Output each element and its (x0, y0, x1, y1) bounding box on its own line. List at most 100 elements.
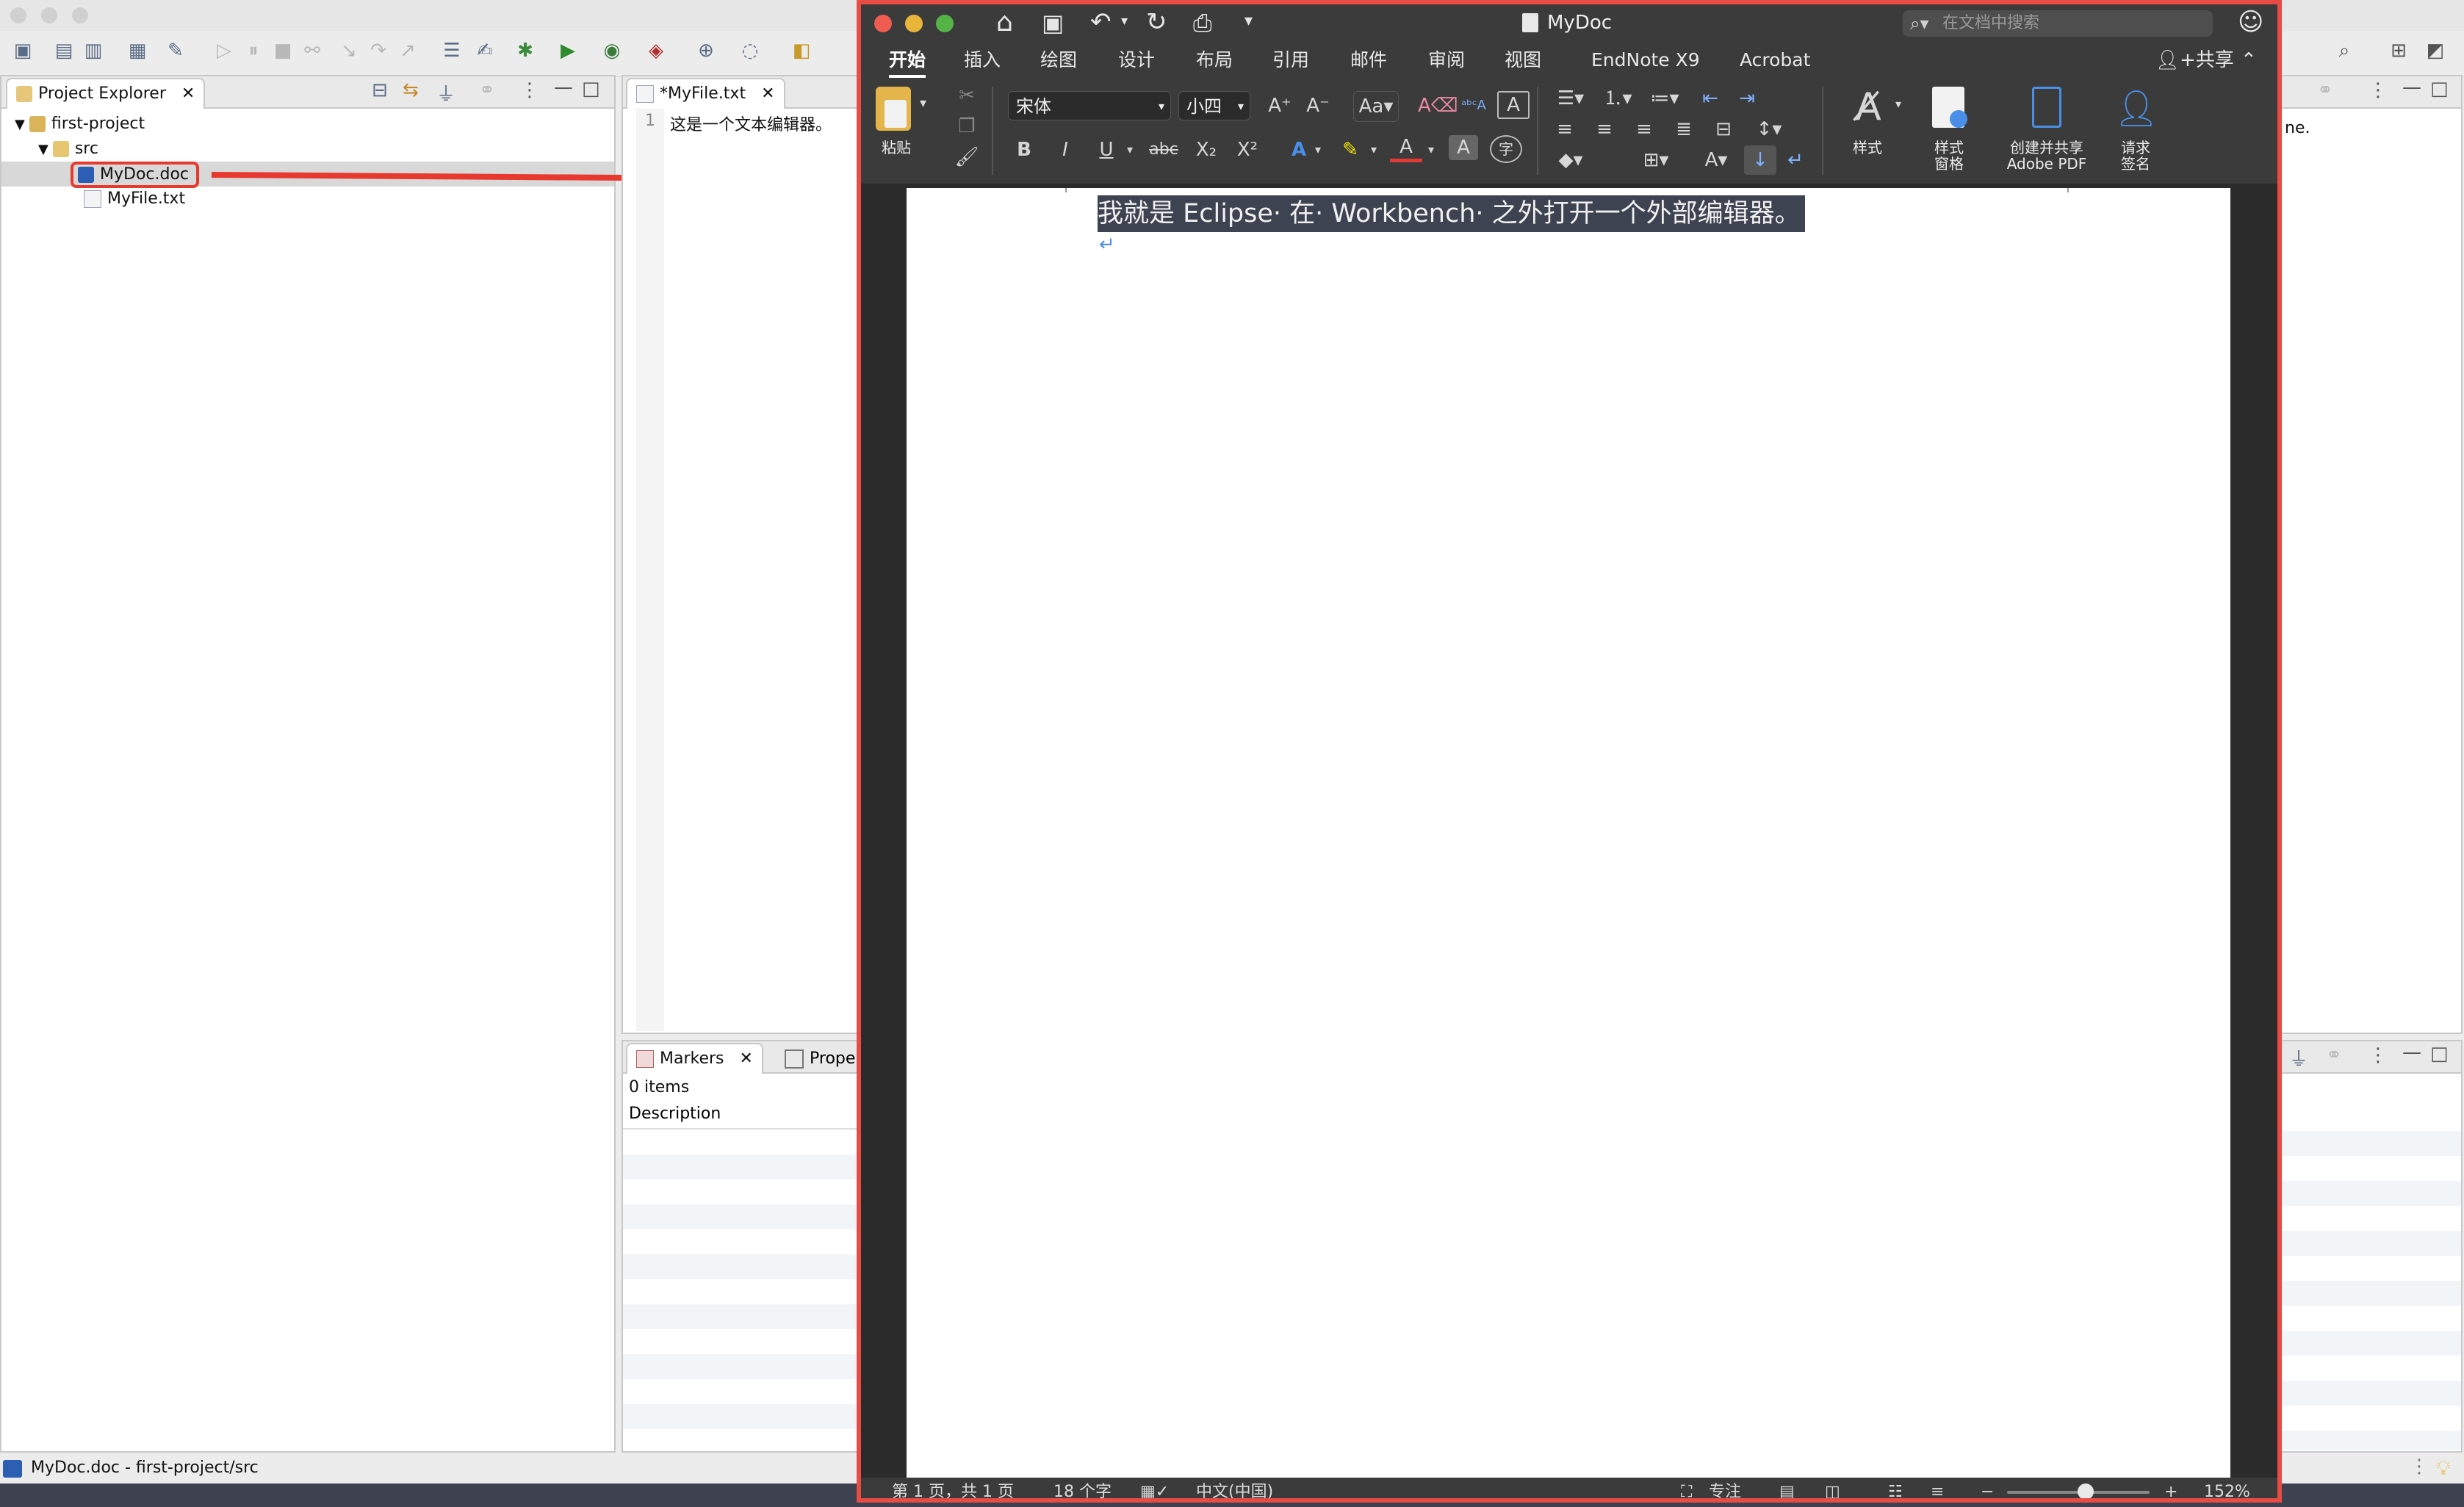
web-browser-icon[interactable]: ◌ (739, 40, 761, 62)
paste-icon[interactable] (876, 87, 911, 131)
highlight-icon[interactable]: ✎ (1334, 135, 1366, 165)
minimize-window-button[interactable] (41, 7, 57, 24)
italic-icon[interactable]: I (1049, 135, 1081, 165)
bullets-icon[interactable]: ☰▾ (1549, 84, 1593, 113)
distributed-icon[interactable]: ⊟ (1707, 115, 1740, 144)
increase-font-size-icon[interactable]: A⁺ (1264, 91, 1296, 120)
font-name-dropdown[interactable]: 宋体 ▾ (1008, 91, 1171, 120)
chevron-down-icon[interactable]: ▾ (1895, 97, 1901, 111)
ribbon-tab-review[interactable]: 审阅 (1428, 43, 1465, 78)
expand-triangle-icon[interactable]: ▼ (15, 117, 25, 132)
change-case-icon[interactable]: Aa▾ (1353, 91, 1399, 122)
ribbon-tab-draw[interactable]: 绘图 (1040, 43, 1077, 78)
document-page[interactable]: 我就是 Eclipse· 在· Workbench· 之外打开一个外部编辑器。 … (907, 188, 2230, 1481)
zoom-slider-knob[interactable] (2077, 1483, 2094, 1498)
open-perspective-icon[interactable]: ⊞ (2388, 40, 2410, 62)
page-count[interactable]: 第 1 页，共 1 页 (892, 1478, 1014, 1498)
zoom-in-icon[interactable]: + (2164, 1478, 2177, 1498)
decrease-font-size-icon[interactable]: A⁻ (1302, 91, 1334, 120)
sort-icon[interactable]: ↓ (1744, 145, 1776, 175)
borders-icon[interactable]: ⊞▾ (1634, 145, 1678, 175)
align-center-icon[interactable]: ≡ (1588, 115, 1621, 144)
terminal-icon[interactable]: ▦ (126, 40, 148, 62)
customize-toolbar-icon[interactable]: ▾ (1244, 12, 1253, 30)
tree-item-src[interactable]: ▼ src (38, 137, 98, 162)
multilevel-list-icon[interactable]: ≔▾ (1643, 84, 1687, 113)
focus-label[interactable]: 专注 (1709, 1478, 1741, 1498)
cut-icon[interactable]: ✂ (952, 81, 981, 110)
subscript-icon[interactable]: X₂ (1190, 135, 1222, 165)
tree-item-myfile[interactable]: MyFile.txt (84, 187, 185, 212)
show-marks-icon[interactable]: ↵ (1781, 145, 1810, 175)
format-painter-icon[interactable]: 🖌︎ (952, 142, 981, 172)
ribbon-tab-view[interactable]: 视图 (1505, 43, 1541, 78)
character-border-icon[interactable]: A (1497, 91, 1530, 119)
copy-icon[interactable]: ❐ (952, 112, 981, 141)
minimize-icon[interactable]: — (554, 76, 573, 98)
zoom-level[interactable]: 152% (2204, 1478, 2250, 1498)
new-icon[interactable]: ▣ (12, 40, 34, 62)
view-menu-icon[interactable]: ⋮ (2368, 79, 2388, 101)
ribbon-tab-endnote[interactable]: EndNote X9 (1591, 43, 1700, 78)
maximize-icon[interactable]: □ (582, 78, 600, 100)
numbering-icon[interactable]: ⒈▾ (1596, 84, 1640, 113)
chevron-down-icon[interactable]: ▾ (1366, 135, 1381, 165)
chevron-down-icon[interactable]: ▾ (1311, 135, 1325, 165)
enclose-characters-icon[interactable]: 字 (1490, 135, 1522, 163)
ribbon-tab-layout[interactable]: 布局 (1196, 43, 1233, 78)
zoom-out-icon[interactable]: − (1981, 1478, 1994, 1498)
ribbon-tab-references[interactable]: 引用 (1272, 43, 1309, 78)
draft-view-icon[interactable]: ≡ (1931, 1478, 1944, 1498)
maximize-icon[interactable]: □ (2430, 78, 2449, 100)
chevron-down-icon[interactable]: ▾ (1424, 135, 1438, 165)
focus-mode-icon[interactable]: ⛶ (1681, 1478, 1692, 1498)
filter-icon[interactable]: ⏚ (436, 79, 455, 106)
link-with-editor-icon[interactable]: ⇆ (403, 79, 419, 101)
expand-triangle-icon[interactable]: ▼ (38, 142, 48, 157)
new-java-package-icon[interactable]: ⊕ (695, 40, 717, 62)
view-menu-icon[interactable]: ⋮ (2368, 1044, 2388, 1066)
word-count[interactable]: 18 个字 (1053, 1478, 1112, 1498)
print-icon[interactable]: ⎙ (1193, 9, 1212, 37)
language-indicator[interactable]: 中文(中国) (1196, 1478, 1273, 1498)
chevron-down-icon[interactable]: ▾ (1123, 135, 1137, 165)
search-icon[interactable]: ⌕ (2333, 40, 2355, 62)
zoom-window-button[interactable] (72, 7, 88, 24)
request-signature-icon[interactable]: 👤︎ (2113, 87, 2160, 131)
outline-view-icon[interactable]: ☷ (1888, 1478, 1903, 1498)
tree-item-mydoc[interactable]: MyDoc.doc (71, 162, 200, 188)
run-icon[interactable]: ▶ (557, 40, 579, 62)
font-size-dropdown[interactable]: 小四 ▾ (1178, 91, 1250, 120)
maximize-icon[interactable]: □ (2430, 1043, 2449, 1065)
close-window-button[interactable] (874, 15, 892, 32)
redo-icon[interactable]: ↻ (1146, 7, 1167, 37)
underline-icon[interactable]: U (1090, 135, 1123, 165)
debug-icon[interactable]: ✱ (514, 40, 536, 62)
coverage-icon[interactable]: ◉ (601, 40, 623, 62)
view-menu-icon[interactable]: ⋮ (520, 79, 539, 101)
minimize-icon[interactable]: — (2402, 1041, 2421, 1063)
tab-markers[interactable]: Markers ✕ (626, 1043, 763, 1074)
description-column-header[interactable]: Description (629, 1105, 721, 1123)
collapse-ribbon-icon[interactable]: ⌃ (2241, 48, 2257, 72)
filter-icon[interactable]: ⏚ (2289, 1044, 2308, 1071)
annotation-icon[interactable]: ✍ (474, 40, 496, 62)
tab-myfile-txt[interactable]: *MyFile.txt ✕ (626, 78, 785, 109)
minimize-window-button[interactable] (905, 15, 923, 32)
superscript-icon[interactable]: X² (1231, 135, 1264, 165)
ribbon-tab-home[interactable]: 开始 (889, 43, 926, 78)
styles-pane-icon[interactable] (1932, 87, 1967, 128)
home-icon[interactable]: ⌂ (996, 7, 1013, 37)
feedback-smiley-icon[interactable]: ☺ (2238, 7, 2263, 37)
tree-item-first-project[interactable]: ▼ first-project (15, 112, 145, 137)
close-icon[interactable]: ✕ (181, 84, 195, 103)
open-task-icon[interactable]: ☰ (441, 40, 463, 62)
strikethrough-icon[interactable]: abc (1143, 135, 1184, 165)
create-pdf-icon[interactable] (2032, 87, 2061, 128)
java-perspective-icon[interactable]: ◩ (2424, 40, 2446, 62)
tab-project-explorer[interactable]: Project Explorer ✕ (6, 78, 206, 109)
zoom-window-button[interactable] (936, 15, 954, 32)
open-type-icon[interactable]: ◧ (790, 40, 813, 62)
character-shading-icon[interactable]: A (1449, 135, 1478, 160)
clear-formatting-icon[interactable]: A⌫ (1418, 91, 1458, 120)
